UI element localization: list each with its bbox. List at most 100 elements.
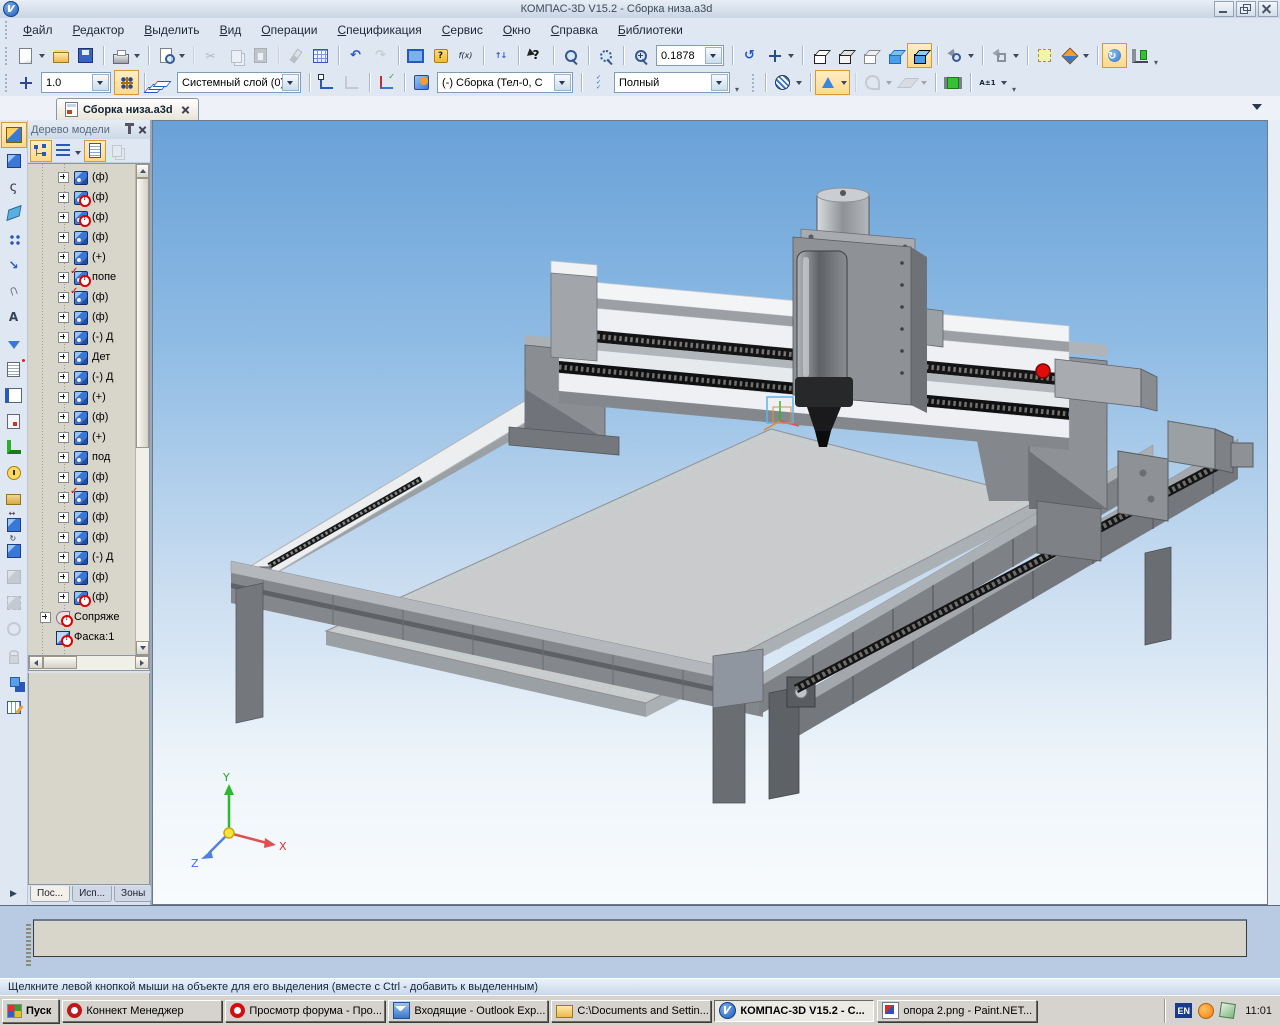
zoom-frame-button[interactable] [558, 43, 583, 68]
expand-icon[interactable] [58, 252, 69, 263]
expand-icon[interactable] [58, 352, 69, 363]
layers-button[interactable] [149, 70, 174, 95]
close-button[interactable] [1258, 1, 1278, 17]
shaded-button[interactable] [882, 43, 907, 68]
spline-button[interactable] [1, 174, 27, 200]
new-document-button[interactable] [13, 43, 48, 68]
solid-display-button[interactable] [815, 70, 850, 95]
wireframe-button[interactable] [807, 43, 832, 68]
start-button[interactable]: Пуск [2, 999, 59, 1023]
tree-item[interactable]: попе [28, 267, 136, 287]
scale-combo[interactable]: 0.1878 [656, 45, 724, 66]
report-button[interactable] [1, 382, 27, 408]
expand-icon[interactable] [58, 272, 69, 283]
tree-item[interactable]: (ф) [28, 587, 136, 607]
equations-button[interactable] [488, 43, 513, 68]
expand-icon[interactable] [58, 232, 69, 243]
component-state-button[interactable] [1, 564, 27, 590]
document-tab[interactable]: Сборка низа.a3d [56, 98, 199, 120]
toolbar-grip[interactable] [750, 74, 757, 92]
tree-item[interactable]: (ф) [28, 307, 136, 327]
redo-button[interactable] [368, 43, 393, 68]
cnc-machine-model[interactable]: Y X Z [153, 121, 1267, 904]
dimensions-3d-button[interactable] [1032, 43, 1057, 68]
local-cs-button[interactable] [374, 70, 399, 95]
points-array-button[interactable] [1, 226, 27, 252]
tree-display-button[interactable] [52, 140, 84, 162]
orientation-button[interactable] [1057, 43, 1092, 68]
copy-properties-button[interactable] [283, 43, 308, 68]
filter-button[interactable] [1, 330, 27, 356]
preview-mode-button[interactable] [403, 43, 428, 68]
zoom-selection-button[interactable] [593, 43, 618, 68]
save-button[interactable] [73, 43, 98, 68]
direction-button[interactable] [1, 252, 27, 278]
relations-view-button[interactable] [1, 616, 27, 642]
corner-feature-button[interactable] [1, 434, 27, 460]
task-forum-browser[interactable]: Просмотр форума - Про... [225, 1000, 385, 1022]
toolbar-overflow-chevron[interactable]: ▾ [735, 85, 745, 94]
tree-item[interactable]: (ф) [28, 467, 136, 487]
combo-dropdown-button[interactable] [554, 74, 571, 91]
tree-item[interactable]: (-) Д [28, 367, 136, 387]
edit-table-button[interactable] [1, 694, 27, 720]
expand-icon[interactable] [58, 492, 69, 503]
tree-item[interactable]: (ф) [28, 227, 136, 247]
hidden-lines-thin-button[interactable] [857, 43, 882, 68]
expand-icon[interactable] [58, 192, 69, 203]
planes-display-button[interactable] [895, 70, 930, 95]
report-mode-button[interactable] [586, 70, 611, 95]
toolbar-grip[interactable] [3, 21, 10, 39]
copy-components-button[interactable] [1, 668, 27, 694]
toolbar-grip[interactable] [3, 47, 10, 65]
tree-relations-button[interactable] [106, 140, 128, 162]
rotate-button[interactable] [737, 43, 762, 68]
task-explorer-folder[interactable]: C:\Documents and Settin... [551, 1000, 711, 1022]
fix-component-button[interactable] [1, 642, 27, 668]
stamp-button[interactable] [1, 408, 27, 434]
select-filter-button[interactable] [942, 43, 977, 68]
task-paint-net[interactable]: опора 2.png - Paint.NET... [877, 1000, 1037, 1022]
specification-button[interactable] [1, 356, 27, 382]
menu-item[interactable]: Библиотеки [608, 19, 693, 41]
menu-item[interactable]: Справка [541, 19, 608, 41]
x-axis-motor[interactable] [1168, 421, 1215, 469]
toolbar-grip[interactable] [3, 74, 10, 92]
tree-item[interactable]: Сопряже [28, 607, 136, 627]
refresh-image-button[interactable] [1102, 43, 1127, 68]
expand-icon[interactable] [58, 532, 69, 543]
red-knob[interactable] [1036, 364, 1050, 378]
tray-orange-icon[interactable] [1198, 1003, 1214, 1019]
combo-dropdown-button[interactable] [705, 47, 722, 64]
undo-button[interactable] [343, 43, 368, 68]
tree-item[interactable]: (ф) [28, 207, 136, 227]
tree-panel-tab[interactable]: Исп... [72, 886, 112, 902]
expand-icon[interactable] [58, 312, 69, 323]
copy-button[interactable] [223, 43, 248, 68]
menu-item[interactable]: Выделить [134, 19, 209, 41]
curves-display-button[interactable] [860, 70, 895, 95]
tree-item[interactable]: (ф) [28, 487, 136, 507]
hidden-lines-button[interactable] [832, 43, 857, 68]
paste-button[interactable] [248, 43, 273, 68]
expand-icon[interactable] [58, 172, 69, 183]
combo-dropdown-button[interactable] [92, 74, 109, 91]
expand-icon[interactable] [40, 612, 51, 623]
menu-item[interactable]: Вид [210, 19, 252, 41]
expand-icon[interactable] [58, 592, 69, 603]
combo-dropdown-button[interactable] [282, 74, 299, 91]
dimension-button[interactable] [940, 70, 965, 95]
window-list-chevron[interactable] [1252, 104, 1262, 115]
context-help-button[interactable] [523, 43, 548, 68]
part-button[interactable] [1, 148, 27, 174]
section-display-button[interactable] [770, 70, 805, 95]
3d-viewport[interactable]: Y X Z [152, 120, 1268, 905]
tree-structure-button[interactable] [30, 140, 52, 162]
tree-item[interactable]: (+) [28, 427, 136, 447]
panel-expand-chevron[interactable]: ▶ [10, 888, 17, 899]
task-outlook-express[interactable]: Входящие - Outlook Exp... [388, 1000, 548, 1022]
attach-component-button[interactable] [1, 278, 27, 304]
tree-item[interactable]: (-) Д [28, 547, 136, 567]
rotate-component-button[interactable] [1, 538, 27, 564]
expand-icon[interactable] [58, 292, 69, 303]
